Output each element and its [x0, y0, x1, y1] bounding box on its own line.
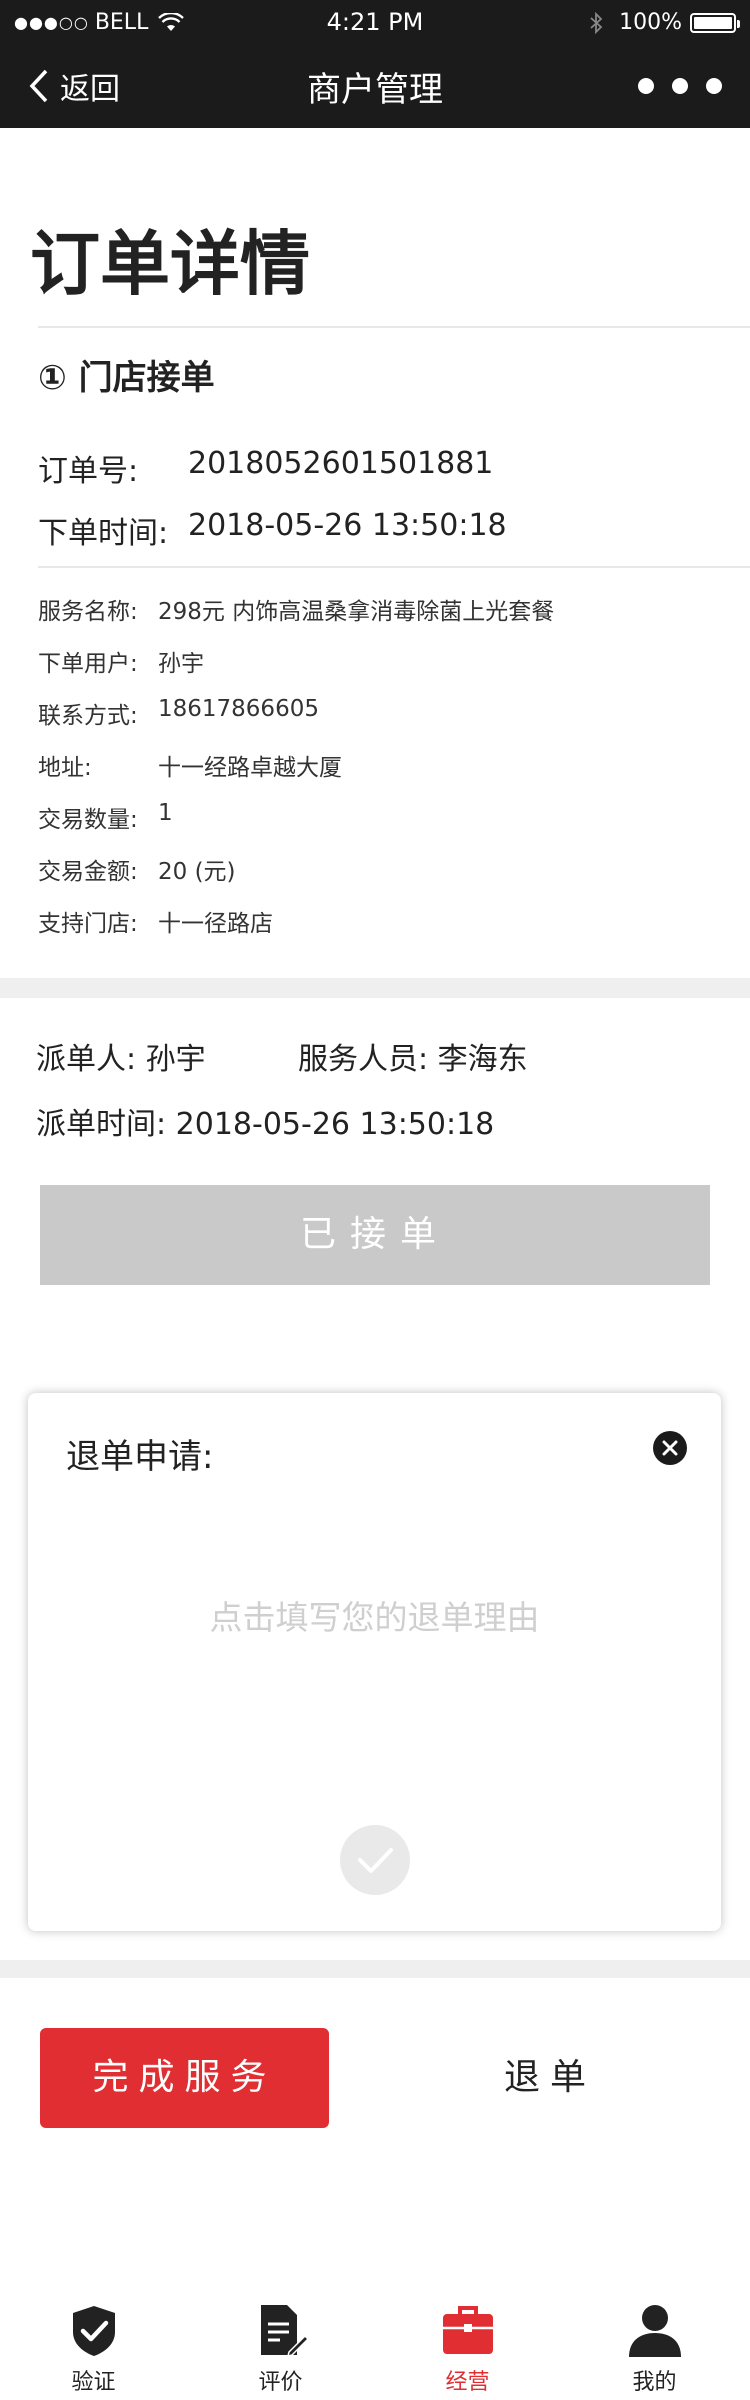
detail-label: 支持门店: [38, 911, 138, 937]
detail-row: 支持门店: 十一径路店 [38, 904, 273, 938]
accepted-status-button: 已接单 [40, 1185, 710, 1285]
close-glyph [662, 1440, 678, 1456]
detail-row: 服务名称: 298元 内饰高温桑拿消毒除菌上光套餐 [38, 592, 554, 626]
order-number-label: 订单号: [38, 454, 139, 489]
detail-row: 交易金额: 20 (元) [38, 852, 236, 886]
tab-label: 经营 [445, 2370, 490, 2395]
check-icon [358, 1848, 393, 1873]
detail-value: 孙宇 [158, 651, 204, 677]
divider [38, 566, 750, 568]
bluetooth-icon [590, 11, 603, 34]
refund-button[interactable]: 退单 [430, 2028, 670, 2128]
status-right: 100% [589, 10, 740, 35]
refund-request-modal: 退单申请: 点击填写您的退单理由 [28, 1393, 721, 1931]
page-title: 订单详情 [30, 223, 310, 305]
tab-label: 评价 [258, 2370, 303, 2395]
detail-value: 1 [158, 800, 173, 826]
back-button[interactable]: 返回 [28, 64, 120, 108]
status-bar: ●●●○○ BELL 4:21 PM 100% [0, 0, 750, 44]
user-icon [628, 2305, 681, 2357]
detail-row: 地址: 十一经路卓越大厦 [38, 748, 342, 782]
battery-icon [690, 12, 740, 33]
detail-label: 交易数量: [38, 807, 138, 833]
shield-check-icon [72, 2306, 115, 2356]
detail-row: 联系方式: 18617866605 [38, 696, 319, 730]
more-dot-icon [706, 78, 722, 94]
briefcase-icon [442, 2306, 493, 2354]
order-number-value: 2018052601501881 [188, 446, 494, 481]
detail-label: 联系方式: [38, 703, 138, 729]
detail-row: 下单用户: 孙宇 [38, 644, 204, 678]
detail-value: 298元 内饰高温桑拿消毒除菌上光套餐 [158, 599, 555, 625]
order-number-row: 订单号: 2018052601501881 [38, 446, 493, 490]
tab-mine[interactable]: 我的 [561, 2288, 748, 2400]
refund-reason-input[interactable]: 点击填写您的退单理由 [28, 1591, 721, 1639]
dispatch-time-text: 派单时间: 2018-05-26 13:50:18 [36, 1107, 495, 1142]
detail-value: 十一经路卓越大厦 [158, 755, 342, 781]
detail-row: 交易数量: 1 [38, 800, 173, 834]
tab-review[interactable]: 评价 [187, 2288, 374, 2400]
complete-service-button[interactable]: 完成服务 [40, 2028, 329, 2128]
more-dot-icon [638, 78, 654, 94]
order-time-label: 下单时间: [38, 516, 169, 551]
close-icon[interactable] [653, 1431, 687, 1465]
top-bar: ●●●○○ BELL 4:21 PM 100% 返回 商户管理 [0, 0, 750, 128]
back-label: 返回 [60, 72, 120, 107]
detail-label: 交易金额: [38, 859, 138, 885]
document-pen-icon [260, 2305, 309, 2358]
order-time-row: 下单时间: 2018-05-26 13:50:18 [38, 508, 507, 552]
divider [38, 326, 750, 328]
section-separator [0, 978, 750, 998]
detail-value: 18617866605 [158, 696, 319, 722]
order-detail-page: ●●●○○ BELL 4:21 PM 100% 返回 商户管理 订单详情 ① 门… [0, 0, 750, 2400]
detail-value: 十一径路店 [158, 911, 273, 937]
tab-label: 我的 [632, 2370, 677, 2395]
section-separator [0, 1960, 750, 1978]
tab-business[interactable]: 经营 [374, 2288, 561, 2400]
detail-label: 下单用户: [38, 651, 138, 677]
dispatcher-text: 派单人: 孙宇 [36, 1042, 206, 1077]
order-time-value: 2018-05-26 13:50:18 [188, 508, 507, 543]
chevron-left-icon [29, 69, 48, 103]
detail-value: 20 (元) [158, 859, 236, 885]
step-label: ① 门店接单 [38, 358, 215, 398]
tab-label: 验证 [71, 2370, 116, 2395]
tab-bar: 验证 评价 经营 我的 [0, 2288, 750, 2400]
refund-modal-title: 退单申请: [66, 1437, 214, 1477]
detail-label: 服务名称: [38, 599, 138, 625]
battery-percentage: 100% [619, 10, 682, 35]
confirm-check-button[interactable] [340, 1825, 410, 1895]
more-options-button[interactable] [638, 78, 722, 94]
detail-label: 地址: [38, 755, 92, 781]
more-dot-icon [672, 78, 688, 94]
battery-level [694, 16, 732, 29]
tab-verify[interactable]: 验证 [0, 2288, 187, 2400]
service-staff-text: 服务人员: 李海东 [298, 1042, 528, 1077]
nav-bar: 返回 商户管理 [0, 44, 750, 128]
